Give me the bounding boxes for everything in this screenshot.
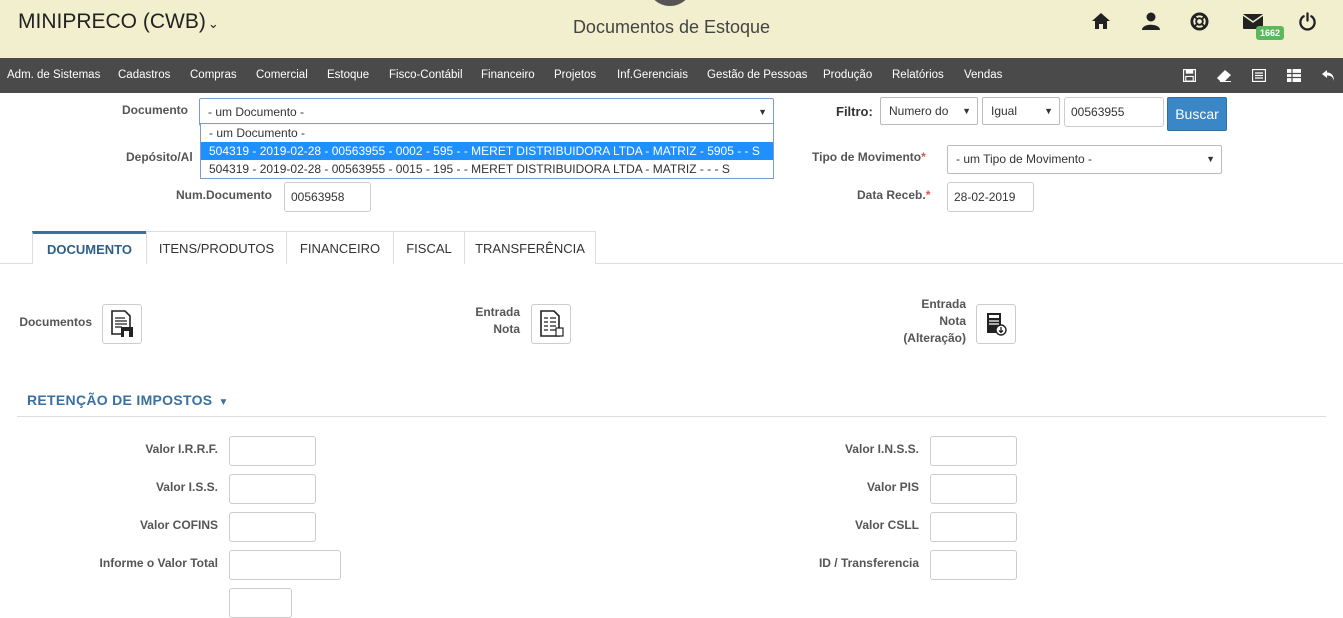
caret-down-icon: ▼ <box>1206 154 1215 164</box>
menu-relatorios[interactable]: Relatórios <box>892 69 944 81</box>
entrada-nota-label: Entrada Nota <box>460 304 520 338</box>
save-icon[interactable] <box>1181 67 1197 83</box>
tab-fiscal[interactable]: FISCAL <box>393 231 465 264</box>
inss-input[interactable] <box>930 436 1017 466</box>
tipo-movimento-label: Tipo de Movimento* <box>812 150 926 164</box>
caret-down-icon: ▼ <box>758 107 767 117</box>
document-icon <box>111 310 133 337</box>
documento-select[interactable]: - um Documento - ▼ <box>199 98 774 126</box>
menu-gestao-pessoas[interactable]: Gestão de Pessoas <box>707 69 807 81</box>
filtro-label: Filtro: <box>836 104 873 119</box>
entrada-nota-label-line1: Entrada <box>475 305 520 319</box>
eraser-icon[interactable] <box>1216 67 1232 83</box>
iss-label: Valor I.S.S. <box>155 480 218 494</box>
tab-itens-produtos[interactable]: ITENS/PRODUTOS <box>146 231 287 264</box>
menu-estoque[interactable]: Estoque <box>327 69 369 81</box>
filtro-valor-input[interactable]: 00563955 <box>1064 97 1164 127</box>
home-icon[interactable] <box>1090 10 1112 32</box>
grid-icon[interactable] <box>1286 67 1302 83</box>
power-icon[interactable] <box>1296 10 1318 32</box>
deposito-label: Depósito/Al <box>126 150 193 164</box>
irrf-label: Valor I.R.R.F. <box>145 442 218 456</box>
buscar-button[interactable]: Buscar <box>1167 97 1227 131</box>
cofins-label: Valor COFINS <box>139 518 218 532</box>
required-mark: * <box>921 150 926 164</box>
retencao-title: RETENÇÃO DE IMPOSTOS <box>27 392 213 408</box>
caret-down-icon: ▼ <box>1044 106 1053 116</box>
menu-vendas[interactable]: Vendas <box>964 69 1002 81</box>
num-documento-input[interactable]: 00563958 <box>284 182 371 212</box>
back-icon[interactable] <box>1320 67 1336 83</box>
entrada-alteracao-label-line1: Entrada <box>921 297 966 311</box>
user-icon[interactable] <box>1140 10 1162 32</box>
main-menu: Adm. de Sistemas Cadastros Compras Comer… <box>0 58 1343 93</box>
valor-total-input[interactable] <box>229 550 341 580</box>
logo <box>647 0 693 6</box>
entrada-alteracao-label: Entrada Nota (Alteração) <box>880 296 966 347</box>
data-receb-label: Data Receb.* <box>857 188 930 202</box>
irrf-input[interactable] <box>229 436 316 466</box>
valor-total-label: Informe o Valor Total <box>99 556 218 570</box>
data-receb-input[interactable]: 28-02-2019 <box>947 182 1034 212</box>
list-icon[interactable] <box>1251 67 1267 83</box>
id-transferencia-label: ID / Transferencia <box>818 556 919 570</box>
menu-producao[interactable]: Produção <box>823 69 872 81</box>
tab-transferencia[interactable]: TRANSFERÊNCIA <box>464 231 596 264</box>
documento-option-highlighted[interactable]: 504319 - 2019-02-28 - 00563955 - 0002 - … <box>201 142 773 160</box>
top-header: MINIPRECO (CWB) ⌄ Documentos de Estoque 1… <box>0 0 1343 58</box>
notification-badge: 1662 <box>1256 26 1285 40</box>
num-documento-label: Num.Documento <box>176 188 272 202</box>
data-receb-label-text: Data Receb. <box>857 188 926 202</box>
filtro-operador-select[interactable]: Igual ▼ <box>982 97 1060 125</box>
filtro-campo-value: Numero do <box>889 104 949 118</box>
tab-financeiro[interactable]: FINANCEIRO <box>286 231 394 264</box>
tipo-movimento-label-text: Tipo de Movimento <box>812 150 922 164</box>
documento-dropdown-list: - um Documento - 504319 - 2019-02-28 - 0… <box>200 123 774 179</box>
section-divider <box>17 416 1326 417</box>
documento-option[interactable]: 504319 - 2019-02-28 - 00563955 - 0015 - … <box>201 160 773 178</box>
filtro-operador-value: Igual <box>991 104 1018 118</box>
csll-input[interactable] <box>930 512 1017 542</box>
tab-documento[interactable]: DOCUMENTO <box>32 231 147 264</box>
menu-projetos[interactable]: Projetos <box>554 69 596 81</box>
documento-label: Documento <box>122 103 188 117</box>
inss-label: Valor I.N.S.S. <box>844 442 919 456</box>
entrada-alteracao-label-line2: Nota <box>939 314 966 328</box>
tipo-movimento-value: - um Tipo de Movimento - <box>956 152 1093 166</box>
caret-down-icon: ▼ <box>962 106 971 116</box>
documentos-label: Documentos <box>19 315 92 329</box>
invoice-icon <box>540 310 564 337</box>
required-mark: * <box>925 188 931 202</box>
tipo-movimento-select[interactable]: - um Tipo de Movimento - ▼ <box>947 145 1222 174</box>
menu-inf-gerenciais[interactable]: Inf.Gerenciais <box>617 69 688 81</box>
menu-comercial[interactable]: Comercial <box>256 69 308 81</box>
documentos-button[interactable] <box>102 304 142 344</box>
entrada-alteracao-button[interactable] <box>976 304 1016 344</box>
cofins-input[interactable] <box>229 512 316 542</box>
entrada-nota-label-line2: Nota <box>493 322 520 336</box>
documento-option[interactable]: - um Documento - <box>201 124 773 142</box>
menu-financeiro[interactable]: Financeiro <box>481 69 535 81</box>
menu-cadastros[interactable]: Cadastros <box>118 69 170 81</box>
partial-input[interactable] <box>229 588 292 618</box>
documento-selected-value: - um Documento - <box>208 105 305 119</box>
pis-label: Valor PIS <box>866 480 919 494</box>
menu-adm-sistemas[interactable]: Adm. de Sistemas <box>7 69 100 81</box>
menu-compras[interactable]: Compras <box>190 69 237 81</box>
pis-input[interactable] <box>930 474 1017 504</box>
menu-fisco-contabil[interactable]: Fisco-Contábil <box>389 69 463 81</box>
caret-down-icon: ▼ <box>218 397 229 408</box>
lifebuoy-icon[interactable] <box>1188 10 1210 32</box>
retencao-section-toggle[interactable]: RETENÇÃO DE IMPOSTOS ▼ <box>27 392 229 408</box>
csll-label: Valor CSLL <box>854 518 919 532</box>
id-transferencia-input[interactable] <box>930 550 1017 580</box>
filtro-campo-select[interactable]: Numero do ▼ <box>880 97 978 125</box>
iss-input[interactable] <box>229 474 316 504</box>
entrada-nota-button[interactable] <box>531 304 571 344</box>
entrada-alteracao-label-line3: (Alteração) <box>903 331 966 345</box>
edit-document-icon <box>987 313 1007 336</box>
